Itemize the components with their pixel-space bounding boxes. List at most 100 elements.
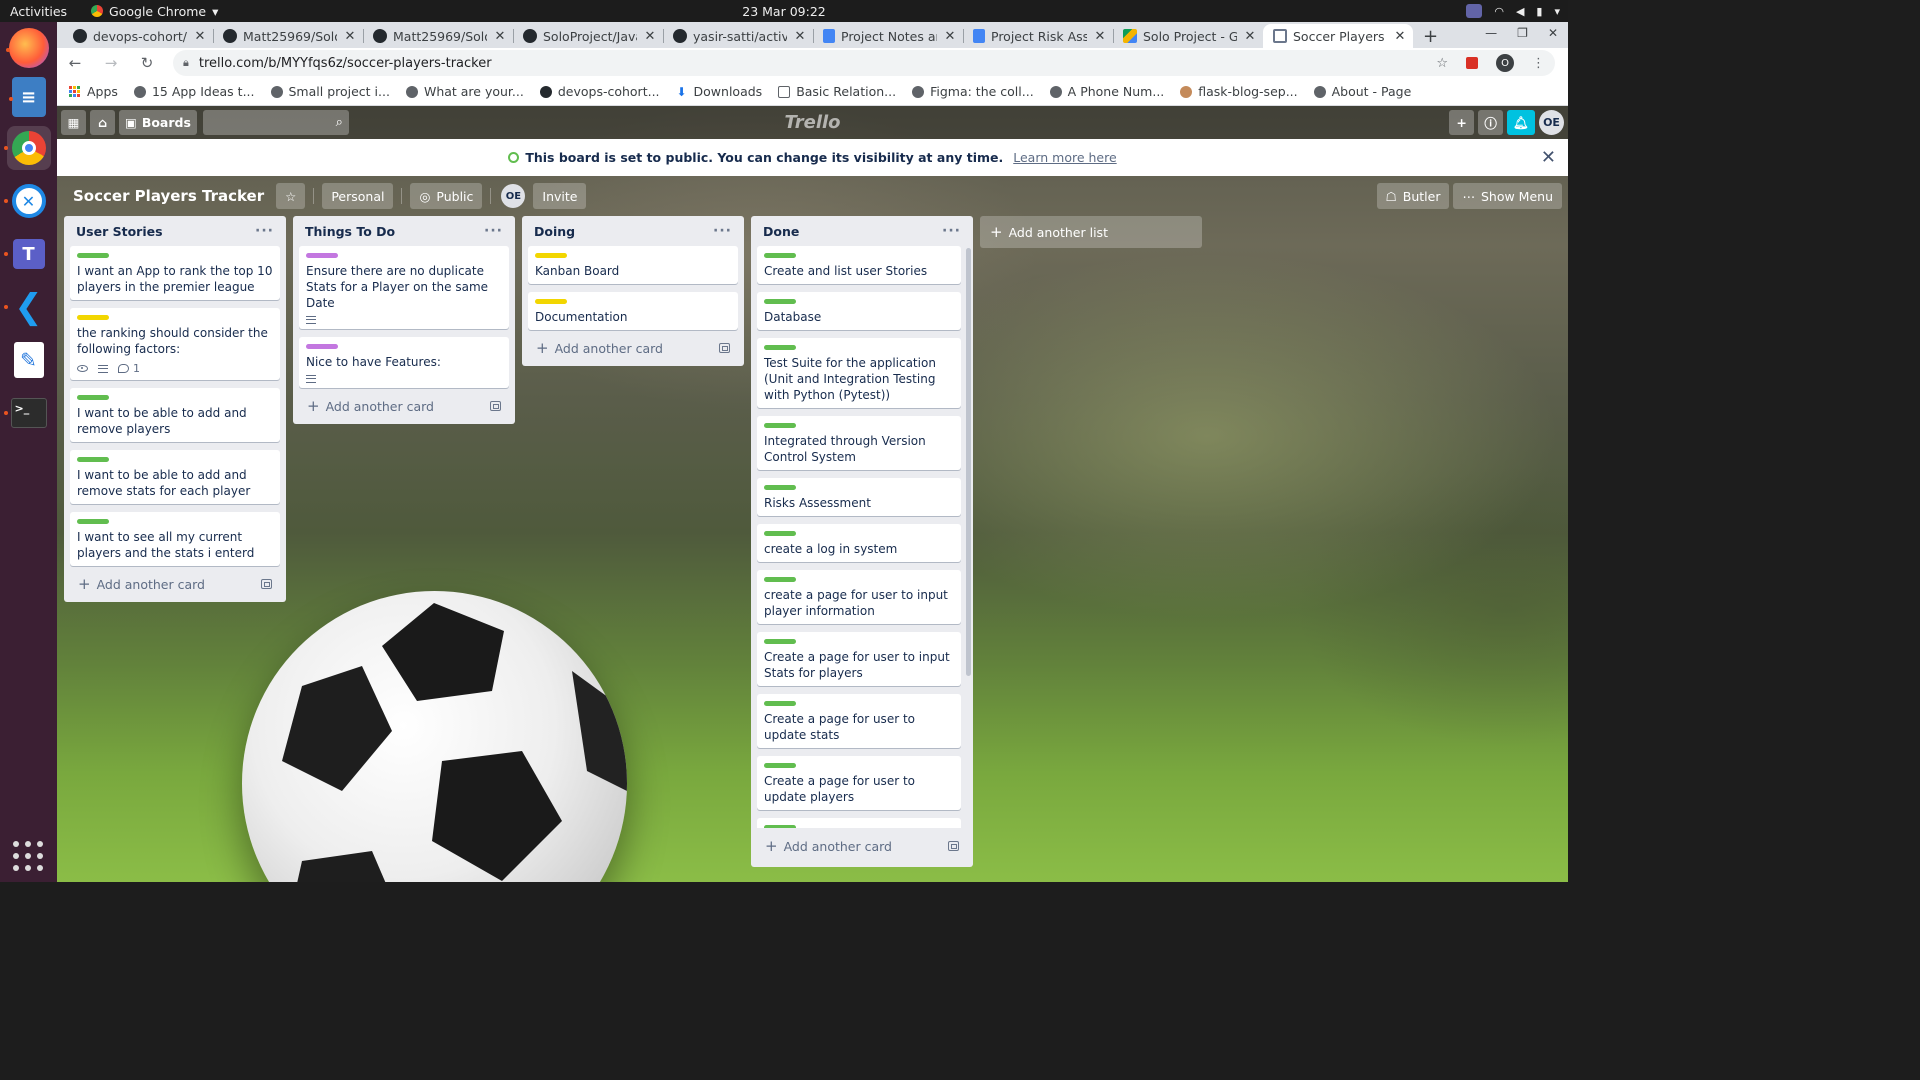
tab-close-icon[interactable]: ✕ bbox=[943, 29, 957, 44]
card-label[interactable] bbox=[764, 825, 796, 828]
bookmark-item[interactable]: What are your... bbox=[405, 84, 524, 99]
remote-desktop-icon[interactable]: ✕ bbox=[3, 179, 51, 223]
bookmark-item[interactable]: A Phone Num... bbox=[1049, 84, 1164, 99]
tab-close-icon[interactable]: ✕ bbox=[643, 29, 657, 44]
card[interactable]: Documentation bbox=[528, 292, 738, 330]
browser-tab[interactable]: yasir-satti/activity ✕ bbox=[663, 24, 813, 48]
card[interactable]: create a log in system bbox=[757, 524, 961, 562]
card[interactable]: I want to be able to add and remove play… bbox=[70, 388, 280, 442]
card[interactable]: add delete functionality to stats bbox=[757, 818, 961, 828]
list-header[interactable]: Doing ··· bbox=[528, 216, 738, 246]
bookmark-item[interactable]: ⬇ Downloads bbox=[676, 84, 763, 99]
tab-close-icon[interactable]: ✕ bbox=[793, 29, 807, 44]
list-menu-icon[interactable]: ··· bbox=[255, 223, 274, 239]
notifications-button[interactable]: 🔔︎ bbox=[1507, 110, 1535, 135]
browser-tab[interactable]: Project Risk Asse ✕ bbox=[963, 24, 1113, 48]
app-menu[interactable]: Google Chrome ▾ bbox=[91, 4, 218, 19]
card-label[interactable] bbox=[764, 423, 796, 428]
browser-tab[interactable]: Project Notes and ✕ bbox=[813, 24, 963, 48]
bookmark-item[interactable]: devops-cohort... bbox=[539, 84, 660, 99]
list-menu-icon[interactable]: ··· bbox=[484, 223, 503, 239]
tab-close-icon[interactable]: ✕ bbox=[1243, 29, 1257, 44]
card[interactable]: Create a page for user to update stats bbox=[757, 694, 961, 748]
visibility-button[interactable]: ◎ Public bbox=[410, 183, 483, 209]
vscode-icon[interactable]: ❮ bbox=[3, 285, 51, 329]
card-label[interactable] bbox=[77, 519, 109, 524]
profile-icon[interactable]: O bbox=[1496, 54, 1514, 72]
card-template-icon[interactable] bbox=[490, 401, 501, 411]
new-tab-button[interactable]: + bbox=[1423, 24, 1438, 48]
team-visibility-button[interactable]: Personal bbox=[322, 183, 394, 209]
card-template-icon[interactable] bbox=[261, 579, 272, 589]
list-header[interactable]: Done ··· bbox=[757, 216, 967, 246]
minimize-icon[interactable]: — bbox=[1485, 26, 1497, 40]
show-applications-button[interactable] bbox=[12, 840, 44, 872]
card-label[interactable] bbox=[77, 315, 109, 320]
card[interactable]: Create a page for user to input Stats fo… bbox=[757, 632, 961, 686]
system-clock[interactable]: 23 Mar 09:22 bbox=[742, 4, 825, 19]
forward-icon[interactable]: → bbox=[101, 54, 121, 72]
card-label[interactable] bbox=[77, 253, 109, 258]
close-window-icon[interactable]: ✕ bbox=[1548, 26, 1558, 40]
add-card-button[interactable]: + Add another card bbox=[78, 577, 261, 592]
board-title[interactable]: Soccer Players Tracker bbox=[69, 187, 268, 205]
bookmark-item[interactable]: About - Page bbox=[1313, 84, 1411, 99]
extension-icon[interactable] bbox=[1466, 57, 1478, 69]
text-editor-icon[interactable]: ✎ bbox=[7, 338, 51, 382]
files-icon[interactable]: ≡ bbox=[8, 77, 46, 117]
card-label[interactable] bbox=[764, 639, 796, 644]
card-label[interactable] bbox=[77, 457, 109, 462]
list-menu-icon[interactable]: ··· bbox=[942, 223, 961, 239]
card-label[interactable] bbox=[764, 701, 796, 706]
tab-close-icon[interactable]: ✕ bbox=[1393, 29, 1407, 44]
firefox-icon[interactable] bbox=[5, 28, 49, 68]
list-menu-icon[interactable]: ··· bbox=[713, 223, 732, 239]
card[interactable]: Database bbox=[757, 292, 961, 330]
apps-switcher-button[interactable]: ▦ bbox=[61, 110, 86, 135]
card[interactable]: Nice to have Features: bbox=[299, 337, 509, 388]
system-tray[interactable]: ◠ ◀ ▮ ▾ bbox=[1466, 0, 1560, 22]
card[interactable]: I want an App to rank the top 10 players… bbox=[70, 246, 280, 300]
chrome-icon[interactable] bbox=[3, 126, 51, 170]
list-header[interactable]: Things To Do ··· bbox=[299, 216, 509, 246]
card[interactable]: Risks Assessment bbox=[757, 478, 961, 516]
trello-search-input[interactable]: ⌕ bbox=[202, 110, 349, 135]
card[interactable]: Ensure there are no duplicate Stats for … bbox=[299, 246, 509, 329]
activities-button[interactable]: Activities bbox=[0, 4, 77, 19]
tab-close-icon[interactable]: ✕ bbox=[343, 29, 357, 44]
home-button[interactable]: ⌂ bbox=[90, 110, 115, 135]
board-member-avatar[interactable]: OE bbox=[501, 184, 526, 208]
reload-icon[interactable]: ↻ bbox=[137, 54, 157, 72]
card[interactable]: Test Suite for the application (Unit and… bbox=[757, 338, 961, 408]
browser-tab[interactable]: Matt25969/SoloP ✕ bbox=[363, 24, 513, 48]
terminal-icon[interactable]: >_ bbox=[3, 391, 51, 435]
maximize-icon[interactable]: ❐ bbox=[1517, 26, 1528, 40]
card[interactable]: Integrated through Version Control Syste… bbox=[757, 416, 961, 470]
learn-more-link[interactable]: Learn more here bbox=[1013, 150, 1116, 165]
bookmark-item[interactable]: Small project i... bbox=[270, 84, 390, 99]
bookmark-star-icon[interactable]: ☆ bbox=[1436, 56, 1448, 71]
card[interactable]: Create and list user Stories bbox=[757, 246, 961, 284]
invite-button[interactable]: Invite bbox=[533, 183, 587, 209]
card-label[interactable] bbox=[306, 344, 338, 349]
bookmark-item[interactable]: 15 App Ideas t... bbox=[133, 84, 255, 99]
address-bar[interactable]: 🔒︎ trello.com/b/MYYfqs6z/soccer-players-… bbox=[173, 50, 1555, 76]
card-label[interactable] bbox=[77, 395, 109, 400]
close-icon[interactable]: ✕ bbox=[1541, 147, 1556, 168]
card-template-icon[interactable] bbox=[719, 343, 730, 353]
card-label[interactable] bbox=[764, 577, 796, 582]
show-menu-button[interactable]: ⋯ Show Menu bbox=[1453, 183, 1562, 209]
boards-button[interactable]: ▣ Boards bbox=[119, 110, 197, 135]
tab-close-icon[interactable]: ✕ bbox=[1093, 29, 1107, 44]
bookmark-item[interactable]: flask-blog-sep... bbox=[1180, 84, 1298, 99]
browser-tab[interactable]: Matt25969/SoloP ✕ bbox=[213, 24, 363, 48]
card[interactable]: Create a page for user to update players bbox=[757, 756, 961, 810]
star-board-button[interactable]: ☆ bbox=[276, 183, 306, 209]
chrome-menu-icon[interactable]: ⋮ bbox=[1532, 56, 1545, 71]
trello-logo[interactable]: Trello bbox=[784, 112, 840, 133]
back-icon[interactable]: ← bbox=[65, 54, 85, 72]
card[interactable]: I want to see all my current players and… bbox=[70, 512, 280, 566]
browser-tab[interactable]: devops-cohort/ha ✕ bbox=[63, 24, 213, 48]
add-card-button[interactable]: + Add another card bbox=[536, 341, 719, 356]
card-label[interactable] bbox=[535, 299, 567, 304]
